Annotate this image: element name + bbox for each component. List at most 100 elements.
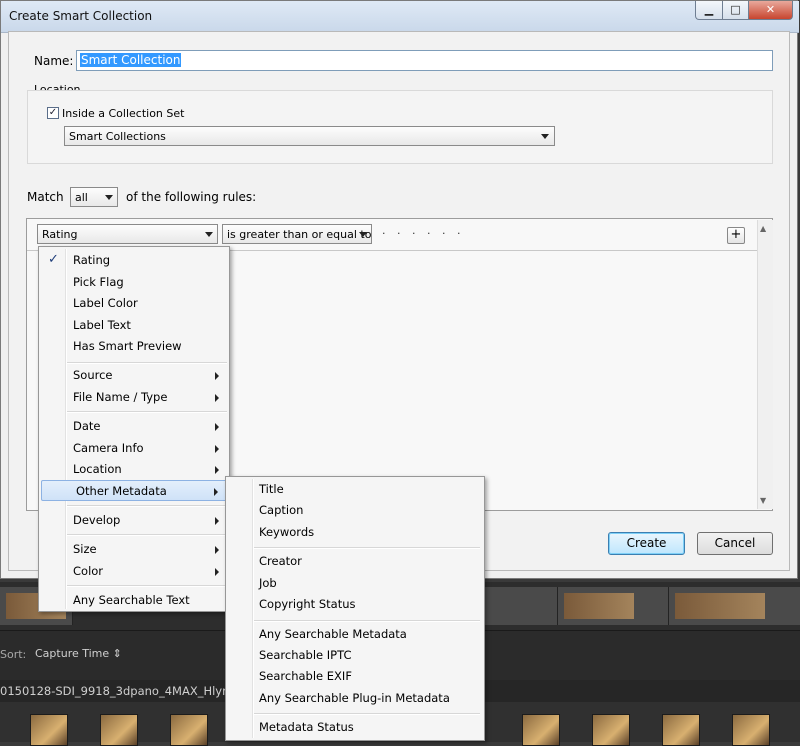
checkmark-icon: ✓ <box>48 252 59 267</box>
menu-item-label: Camera Info <box>73 441 144 455</box>
inside-collection-set-label[interactable]: Inside a Collection Set <box>62 107 184 120</box>
menu-item-other-metadata[interactable]: Other Metadata <box>41 480 227 501</box>
chevron-down-icon <box>541 134 549 139</box>
rating-value-dots[interactable]: · · · · · · <box>382 227 464 240</box>
chevron-right-icon <box>215 372 219 380</box>
filmstrip-thumb[interactable] <box>592 714 630 746</box>
submenu-item-searchable-exif[interactable]: Searchable EXIF <box>226 666 484 687</box>
submenu-item-label: Keywords <box>259 525 315 539</box>
chevron-right-icon <box>215 517 219 525</box>
submenu-item-title[interactable]: Title <box>226 479 484 500</box>
grid-thumbnail[interactable] <box>485 587 558 625</box>
menu-item-label: Location <box>73 462 122 476</box>
chevron-right-icon <box>215 546 219 554</box>
chevron-down-icon <box>359 232 367 237</box>
menu-item-file-name-type[interactable]: File Name / Type <box>39 387 229 408</box>
menu-item-has-smart-preview[interactable]: Has Smart Preview <box>39 336 229 357</box>
sort-select[interactable]: Capture Time ⇕ <box>35 647 122 660</box>
minimize-button[interactable]: ▁ <box>695 1 723 20</box>
grid-thumbnail[interactable] <box>558 587 669 625</box>
menu-item-label: Label Text <box>73 318 131 332</box>
menu-item-label: Label Color <box>73 296 138 310</box>
rules-scrollbar[interactable] <box>757 220 773 509</box>
filmstrip-thumb[interactable] <box>662 714 700 746</box>
submenu-item-searchable-iptc[interactable]: Searchable IPTC <box>226 645 484 666</box>
submenu-item-label: Title <box>259 482 284 496</box>
scroll-down-icon[interactable]: ▼ <box>760 496 766 505</box>
chevron-right-icon <box>215 394 219 402</box>
rule-field-menu: ✓ Rating Pick Flag Label Color Label Text Has… <box>38 246 230 612</box>
menu-item-label: Any Searchable Text <box>73 593 190 607</box>
menu-item-label: Other Metadata <box>76 484 167 498</box>
menu-item-label: Date <box>73 419 101 433</box>
submenu-item-copyright-status[interactable]: Copyright Status <box>226 594 484 615</box>
inside-collection-set-checkbox[interactable]: ✓ <box>47 107 59 119</box>
sort-label: Sort: <box>0 648 27 661</box>
submenu-item-any-searchable-metadata[interactable]: Any Searchable Metadata <box>226 624 484 645</box>
filmstrip-thumb[interactable] <box>522 714 560 746</box>
chevron-right-icon <box>215 466 219 474</box>
add-rule-button[interactable]: + <box>727 227 745 244</box>
close-button[interactable]: ✕ <box>748 1 793 20</box>
menu-item-size[interactable]: Size <box>39 539 229 560</box>
menu-separator <box>254 713 480 715</box>
menu-item-location[interactable]: Location <box>39 459 229 480</box>
collection-set-value: Smart Collections <box>69 130 166 143</box>
menu-item-develop[interactable]: Develop <box>39 510 229 531</box>
name-input[interactable]: Smart Collection <box>76 50 773 71</box>
menu-item-label: Rating <box>73 253 111 267</box>
submenu-item-any-searchable-plug-in-metadata[interactable]: Any Searchable Plug-in Metadata <box>226 688 484 709</box>
menu-separator <box>67 585 227 587</box>
filmstrip-thumb[interactable] <box>732 714 770 746</box>
submenu-item-label: Creator <box>259 554 302 568</box>
name-input-value: Smart Collection <box>80 53 182 67</box>
cancel-button[interactable]: Cancel <box>697 532 773 555</box>
menu-item-pick-flag[interactable]: Pick Flag <box>39 272 229 293</box>
menu-item-label: Pick Flag <box>73 275 124 289</box>
submenu-item-job[interactable]: Job <box>226 573 484 594</box>
menu-item-date[interactable]: Date <box>39 416 229 437</box>
menu-item-any-searchable-text[interactable]: Any Searchable Text <box>39 590 229 611</box>
submenu-item-label: Any Searchable Plug-in Metadata <box>259 691 450 705</box>
submenu-item-label: Searchable IPTC <box>259 648 352 662</box>
chevron-right-icon <box>215 445 219 453</box>
title-bar[interactable]: Create Smart Collection ▁ □ ✕ <box>1 1 799 33</box>
name-label: Name: <box>34 54 74 68</box>
menu-item-camera-info[interactable]: Camera Info <box>39 438 229 459</box>
scroll-up-icon[interactable]: ▲ <box>760 224 766 233</box>
grid-thumbnail[interactable] <box>669 587 800 625</box>
dialog-title: Create Smart Collection <box>9 9 153 23</box>
chevron-right-icon <box>215 423 219 431</box>
filmstrip-thumb[interactable] <box>30 714 68 746</box>
maximize-button[interactable]: □ <box>722 1 749 20</box>
submenu-item-label: Searchable EXIF <box>259 669 352 683</box>
menu-separator <box>67 534 227 536</box>
menu-item-label-text[interactable]: Label Text <box>39 315 229 336</box>
menu-item-label: File Name / Type <box>73 390 168 404</box>
rule-field-value: Rating <box>42 228 78 241</box>
filmstrip-thumb[interactable] <box>170 714 208 746</box>
submenu-item-label: Job <box>259 576 277 590</box>
chevron-right-icon <box>215 568 219 576</box>
submenu-item-label: Metadata Status <box>259 720 354 734</box>
menu-separator <box>254 547 480 549</box>
submenu-item-label: Copyright Status <box>259 597 356 611</box>
submenu-item-creator[interactable]: Creator <box>226 551 484 572</box>
menu-item-label: Has Smart Preview <box>73 339 182 353</box>
menu-item-label: Source <box>73 368 113 382</box>
menu-item-label-color[interactable]: Label Color <box>39 293 229 314</box>
chevron-down-icon <box>205 232 213 237</box>
submenu-item-keywords[interactable]: Keywords <box>226 522 484 543</box>
create-button[interactable]: Create <box>608 532 685 555</box>
menu-item-color[interactable]: Color <box>39 561 229 582</box>
filmstrip-thumb[interactable] <box>100 714 138 746</box>
submenu-item-metadata-status[interactable]: Metadata Status <box>226 717 484 738</box>
menu-item-label: Color <box>73 564 104 578</box>
match-value: all <box>75 191 88 204</box>
menu-item-source[interactable]: Source <box>39 365 229 386</box>
filmstrip-path-text: 0150128-SDI_9918_3dpano_4MAX_Hlyno <box>0 684 237 698</box>
match-label: Match <box>27 190 64 204</box>
match-suffix-label: of the following rules: <box>126 190 257 204</box>
menu-item-rating[interactable]: ✓ Rating <box>39 250 229 271</box>
submenu-item-caption[interactable]: Caption <box>226 500 484 521</box>
